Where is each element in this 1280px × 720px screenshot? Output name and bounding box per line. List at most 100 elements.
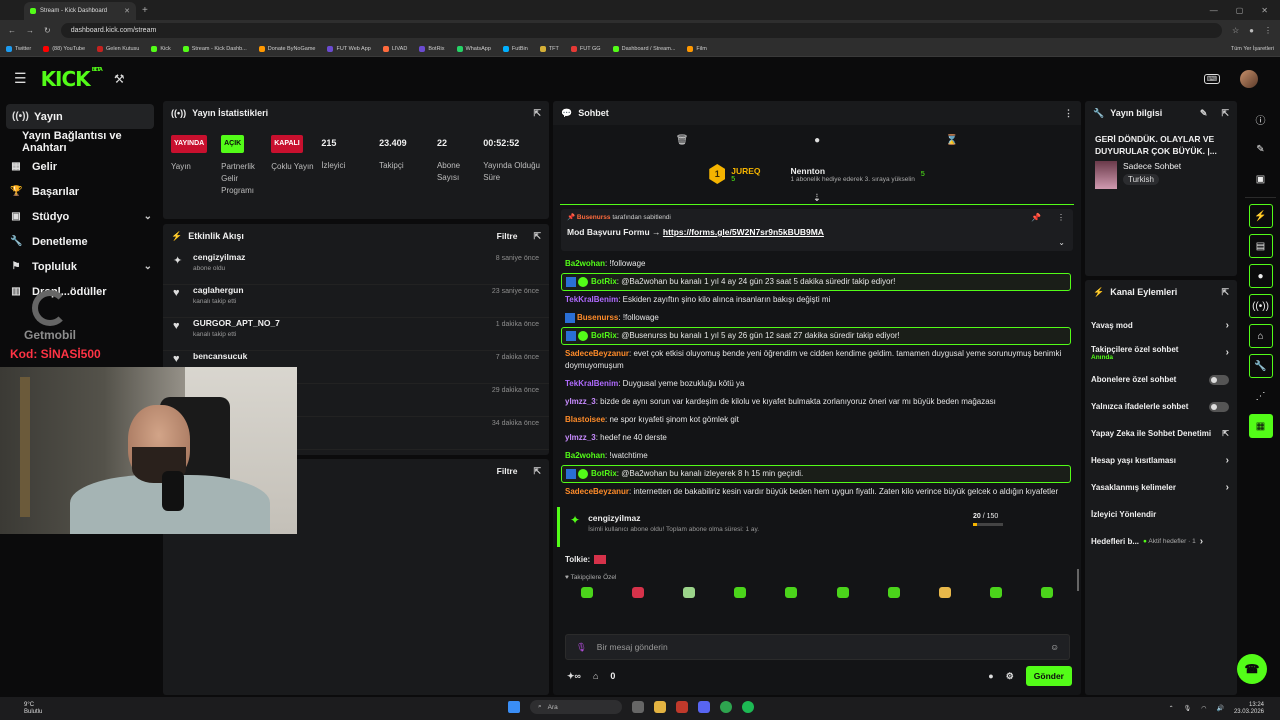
folder-icon[interactable] [654,701,666,713]
close-window-icon[interactable]: ✕ [1261,6,1268,15]
nav-item-4[interactable]: ▣ Stüdyo ⌄ [0,204,162,229]
bubble-icon[interactable]: ● [814,135,820,146]
activity-row[interactable]: ✦ cengizyilmaz abone oldu 8 saniye önce [163,252,549,285]
avatar[interactable] [1240,69,1258,88]
keyboard-icon[interactable]: ⌨ [1203,73,1220,84]
chevron-down-icon[interactable]: ⌄ [144,261,152,272]
store-icon[interactable]: ⌂ [1248,324,1273,348]
hamburger-icon[interactable]: ☰ [14,70,27,87]
emote-icon[interactable] [734,587,747,599]
category-thumbnail[interactable] [1095,161,1117,189]
new-tab-button[interactable]: + [142,5,148,16]
activity-user[interactable]: cengizyilmaz [193,252,245,262]
channel-action-2[interactable]: Abonelere özel sohbet [1085,366,1237,393]
chat-scrollbar[interactable] [1077,569,1079,591]
bookmark[interactable]: Donate ByNoGame [258,45,315,52]
bookmark[interactable]: Kick [151,45,171,52]
profile-icon[interactable]: ● [1249,26,1254,35]
app-icon[interactable] [676,701,688,713]
mic-tray-icon[interactable]: 🎙 [1184,705,1192,712]
start-icon[interactable] [508,701,520,713]
bookmark[interactable]: BotRix [419,45,445,52]
emote-icon[interactable] [631,587,644,599]
forward-icon[interactable]: → [26,26,34,35]
bookmark[interactable]: (88) YouTube [43,45,85,52]
edit-icon[interactable]: ✎ [1249,137,1273,161]
browser-tab[interactable]: Stream - Kick Dashboard ✕ [24,2,136,20]
chat-username[interactable]: Ba2wohan [565,259,605,268]
bookmark[interactable]: Stream - Kick Dashb... [182,45,247,52]
nav-item-2[interactable]: ▦ Gelir [0,154,162,179]
share-icon[interactable]: ⋰ [1249,384,1273,408]
chevron-right-icon[interactable]: › [1226,347,1229,358]
emote-icon[interactable] [1041,587,1054,599]
bookmark[interactable]: LIVAD [382,45,407,52]
chevron-right-icon[interactable]: › [1226,455,1229,466]
popout-icon[interactable]: ⇱ [1221,287,1229,298]
trash-icon[interactable]: 🗑 [676,135,689,146]
channel-action-6[interactable]: Yasaklanmış kelimeler › [1085,474,1237,501]
activity-row[interactable]: ♥ caglahergun kanalı takip etti 23 saniye ö… [163,285,549,318]
channel-action-8[interactable]: Hedefleri b... ● Aktif hedefler · 1 › [1085,528,1237,555]
popout-icon[interactable]: ⇱ [533,108,541,119]
chat-input[interactable]: 🎙 Bir mesaj gönderin ☺ [565,634,1070,660]
bookmark[interactable]: FutBin [502,45,528,52]
emote-icon[interactable] [887,587,900,599]
pinned-link[interactable]: https://forms.gle/5W2N7sr9n5kBUB9MA [663,227,824,237]
popout-icon[interactable]: ⇱ [533,231,541,242]
pinned-by-user[interactable]: Busenurss [577,214,611,221]
chevron-down-icon[interactable]: ⌄ [144,211,152,222]
chat-menu-icon[interactable]: ⋮ [1064,108,1073,119]
gifter-2[interactable]: Nennton 1 abonelik hediye ederek 3. sıra… [791,166,925,183]
pin-menu-icon[interactable]: ⋮ [1057,213,1065,222]
emote-icon[interactable] [580,587,593,599]
broadcast-icon[interactable]: ((•)) [1248,294,1273,318]
hourglass-icon[interactable]: ⌛ [946,135,958,146]
activity-user[interactable]: caglahergun [193,285,244,295]
chat-username[interactable]: BotRix [591,469,617,478]
discord-icon[interactable] [698,701,710,713]
emote-icon[interactable] [990,587,1003,599]
taskview-icon[interactable] [632,701,644,713]
chat-username[interactable]: Blastoisee [565,415,605,424]
minimize-icon[interactable]: — [1210,6,1218,15]
nav-item-7[interactable]: ▥ Dropl...ödüller [0,279,162,304]
bookmark[interactable]: WhatsApp [456,45,491,52]
talkie-emote-icon[interactable] [594,555,607,565]
chat-username[interactable]: TekKralBenim [565,295,618,304]
back-icon[interactable]: ← [8,26,16,35]
hammer-icon[interactable]: ⚒ [114,72,125,86]
chat-username[interactable]: ylmzz_3 [565,433,596,442]
microphone-icon[interactable]: 🎙 [576,642,587,653]
nav-item-1[interactable]: Yayın Bağlantısı ve Anahtarı [0,129,162,154]
spotify-icon[interactable] [742,701,754,713]
send-button[interactable]: Gönder [1025,666,1072,686]
emote-icon[interactable] [785,587,798,599]
channel-action-1[interactable]: Takipçilere özel sohbet Anında › [1085,339,1237,366]
filter-button[interactable]: Filtre [497,466,518,476]
filter-button[interactable]: Filtre [497,231,518,241]
emote-icon[interactable] [836,587,849,599]
chat-username[interactable]: SadeceBeyzanur [565,487,629,496]
chevron-right-icon[interactable]: › [1226,320,1229,331]
weather[interactable]: 9°C Bulutlu [0,702,42,716]
wrench-icon[interactable]: 🔧 [1248,354,1273,378]
bookmark[interactable]: FUT GG [570,45,601,52]
star-icon[interactable]: ☆ [1232,26,1239,35]
chrome-icon[interactable] [720,701,732,713]
bookmark[interactable]: Twitter [6,45,31,52]
menu-icon[interactable]: ⋮ [1264,26,1272,35]
wifi-icon[interactable]: ◠ [1201,705,1206,712]
chevron-right-icon[interactable]: › [1226,482,1229,493]
activity-row[interactable]: ♥ GURGOR_APT_NO_7 kanalı takip etti 1 dakik… [163,318,549,351]
channel-action-0[interactable]: Yavaş mod › [1085,312,1237,339]
nav-item-0[interactable]: ((•)) Yayın [6,104,154,129]
external-link-icon[interactable]: ⇱ [1222,429,1229,438]
volume-icon[interactable]: 🔊 [1216,705,1223,712]
clock[interactable]: 13:24 23.03.2026 [1234,702,1264,716]
channel-action-4[interactable]: Yapay Zeka ile Sohbet Denetimi ⇱ [1085,420,1237,447]
reload-icon[interactable]: ↻ [44,26,51,35]
category-name[interactable]: Sadece Sohbet [1123,161,1181,171]
chevron-down-icon[interactable]: ⌄ [1058,238,1065,247]
chat-username[interactable]: BotRix [591,331,617,340]
